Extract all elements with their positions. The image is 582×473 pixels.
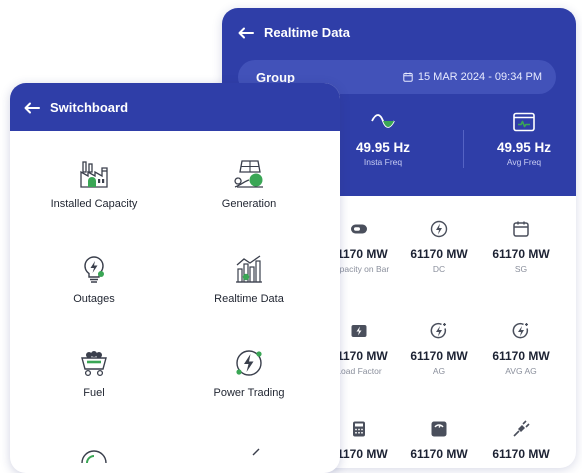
avg-freq-label: Avg Freq	[506, 157, 542, 167]
realtime-topbar: Realtime Data	[238, 25, 350, 40]
bolt-circle-icon	[430, 220, 448, 238]
tile-label: DC	[432, 264, 446, 274]
solar-panel-icon	[234, 160, 263, 188]
tile-dc[interactable]: 61170 MW DC	[394, 220, 484, 274]
battery-icon	[351, 224, 367, 234]
back-arrow-icon[interactable]	[238, 27, 254, 39]
tile-label: AG	[432, 366, 446, 376]
item-label: Installed Capacity	[50, 198, 138, 210]
insta-freq: 49.95 Hz Insta Freq	[323, 112, 443, 167]
trend-up-icon	[252, 448, 260, 456]
factory-icon	[80, 161, 108, 188]
insta-freq-label: Insta Freq	[363, 157, 403, 167]
coal-cart-icon	[81, 351, 107, 377]
date-text: 15 MAR 2024 - 09:34 PM	[417, 71, 542, 83]
bolt-spark-icon	[430, 322, 447, 339]
next-row-item-left[interactable]	[19, 445, 169, 473]
item-label: Power Trading	[213, 387, 285, 399]
tile-value: 61170 MW	[492, 247, 550, 261]
bolt-spark-icon	[512, 322, 529, 339]
tile-value: 61170 MW	[410, 349, 468, 363]
back-arrow-icon[interactable]	[24, 102, 40, 114]
insta-freq-value: 49.95 Hz	[355, 140, 411, 155]
tile-value: 61170 MW	[410, 447, 468, 461]
calculator-icon	[353, 421, 365, 437]
item-label: Outages	[73, 293, 115, 305]
avg-freq-value: 49.95 Hz	[496, 140, 552, 155]
next-row-item-right[interactable]	[174, 445, 324, 473]
monitor-pulse-icon	[513, 112, 535, 132]
switchboard-title: Switchboard	[50, 100, 129, 115]
tile-avg-ag[interactable]: 61170 MW AVG AG	[476, 322, 566, 376]
outages-item[interactable]: Outages	[19, 253, 169, 305]
bolt-exchange-icon	[236, 350, 262, 376]
switchboard-topbar: Switchboard	[24, 100, 128, 115]
scale-icon	[431, 421, 447, 437]
bulb-bolt-icon	[84, 256, 104, 283]
fuel-item[interactable]: Fuel	[19, 347, 169, 399]
tile-row3-3[interactable]: 61170 MW	[476, 420, 566, 461]
switchboard-screen: Switchboard Installed Capacity Generatio…	[10, 83, 340, 473]
plug-icon	[513, 420, 530, 437]
installed-capacity-item[interactable]: Installed Capacity	[19, 158, 169, 210]
tile-sg[interactable]: 61170 MW SG	[476, 220, 566, 274]
tile-ag[interactable]: 61170 MW AG	[394, 322, 484, 376]
avg-freq: 49.95 Hz Avg Freq	[464, 112, 576, 167]
calendar-icon	[403, 72, 413, 82]
tile-label: AVG AG	[505, 366, 537, 376]
item-label: Generation	[221, 198, 277, 210]
generation-item[interactable]: Generation	[174, 158, 324, 210]
calendar-icon	[513, 221, 529, 237]
item-label: Fuel	[83, 387, 105, 399]
power-trading-item[interactable]: Power Trading	[174, 347, 324, 399]
chart-building-icon	[236, 255, 262, 283]
realtime-data-item[interactable]: Realtime Data	[174, 253, 324, 305]
tile-value: 61170 MW	[410, 247, 468, 261]
sine-wave-icon	[371, 114, 395, 128]
gauge-icon	[81, 450, 107, 464]
item-label: Realtime Data	[214, 293, 284, 305]
tile-label: SG	[514, 264, 528, 274]
battery-charge-icon	[351, 325, 367, 337]
realtime-title: Realtime Data	[264, 25, 350, 40]
tile-row3-2[interactable]: 61170 MW	[394, 420, 484, 461]
tile-value: 61170 MW	[492, 447, 550, 461]
tile-value: 61170 MW	[492, 349, 550, 363]
date-display[interactable]: 15 MAR 2024 - 09:34 PM	[403, 71, 542, 83]
